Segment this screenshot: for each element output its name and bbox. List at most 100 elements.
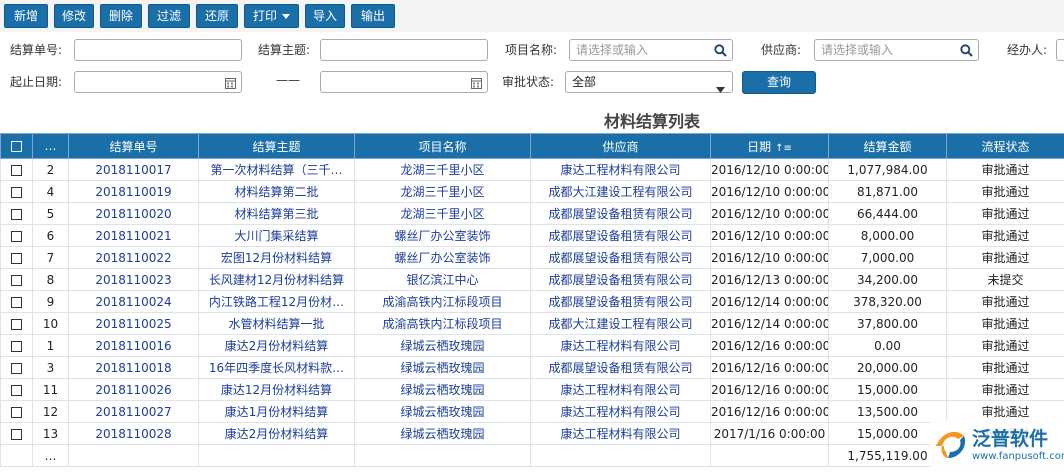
search-icon[interactable] bbox=[960, 43, 973, 63]
row-checkbox[interactable] bbox=[1, 247, 33, 269]
select-all-checkbox[interactable] bbox=[1, 134, 33, 159]
end-date-input[interactable] bbox=[320, 71, 488, 93]
project-link[interactable]: 银亿滨江中心 bbox=[355, 269, 531, 291]
settle-no-link[interactable]: 2018110027 bbox=[69, 401, 199, 423]
table-row[interactable]: 42018110019材料结算第二批龙湖三千里小区成都大江建设工程有限公司201… bbox=[1, 181, 1064, 203]
project-input[interactable]: 请选择或输入 bbox=[569, 39, 733, 61]
table-row[interactable]: 132018110028康达2月份材料结算绿城云栖玫瑰园康达工程材料有限公司20… bbox=[1, 423, 1064, 445]
settle-no-link[interactable]: 2018110019 bbox=[69, 181, 199, 203]
row-checkbox[interactable] bbox=[1, 159, 33, 181]
row-checkbox[interactable] bbox=[1, 379, 33, 401]
row-checkbox[interactable] bbox=[1, 225, 33, 247]
table-row[interactable]: 92018110024内江铁路工程12月份材…成渝高铁内江标段项目成都展望设备租… bbox=[1, 291, 1064, 313]
col-header-subject[interactable]: 结算主题 bbox=[199, 134, 355, 159]
subject-link[interactable]: 康达1月份材料结算 bbox=[199, 401, 355, 423]
caret-down-icon[interactable] bbox=[716, 79, 725, 99]
col-header-project[interactable]: 项目名称 bbox=[355, 134, 531, 159]
table-row[interactable]: 112018110026康达12月份材料结算绿城云栖玫瑰园康达工程材料有限公司2… bbox=[1, 379, 1064, 401]
supplier-link[interactable]: 成都大江建设工程有限公司 bbox=[531, 313, 711, 335]
settle-no-link[interactable]: 2018110020 bbox=[69, 203, 199, 225]
row-checkbox[interactable] bbox=[1, 401, 33, 423]
supplier-link[interactable]: 成都展望设备租赁有限公司 bbox=[531, 247, 711, 269]
delete-button[interactable]: 删除 bbox=[100, 4, 142, 28]
subject-link[interactable]: 康达2月份材料结算 bbox=[199, 423, 355, 445]
table-row[interactable]: 52018110020材料结算第三批龙湖三千里小区成都展望设备租赁有限公司201… bbox=[1, 203, 1064, 225]
filter-button[interactable]: 过滤 bbox=[148, 4, 190, 28]
restore-button[interactable]: 还原 bbox=[196, 4, 238, 28]
project-link[interactable]: 绿城云栖玫瑰园 bbox=[355, 423, 531, 445]
table-row[interactable]: 122018110027康达1月份材料结算绿城云栖玫瑰园康达工程材料有限公司20… bbox=[1, 401, 1064, 423]
supplier-link[interactable]: 成都展望设备租赁有限公司 bbox=[531, 291, 711, 313]
supplier-link[interactable]: 康达工程材料有限公司 bbox=[531, 401, 711, 423]
supplier-link[interactable]: 成都展望设备租赁有限公司 bbox=[531, 203, 711, 225]
subject-link[interactable]: 康达2月份材料结算 bbox=[199, 335, 355, 357]
supplier-link[interactable]: 成都展望设备租赁有限公司 bbox=[531, 225, 711, 247]
print-button[interactable]: 打印 bbox=[244, 4, 299, 28]
subject-link[interactable]: 材料结算第二批 bbox=[199, 181, 355, 203]
status-select[interactable]: 全部 bbox=[565, 71, 733, 93]
row-checkbox[interactable] bbox=[1, 269, 33, 291]
settle-no-input[interactable] bbox=[74, 39, 242, 61]
query-button[interactable]: 查询 bbox=[742, 71, 816, 94]
start-date-input[interactable] bbox=[74, 71, 242, 93]
project-link[interactable]: 螺丝厂办公室装饰 bbox=[355, 225, 531, 247]
sort-icon[interactable]: ↑≡ bbox=[775, 143, 792, 154]
col-header-status[interactable]: 流程状态 bbox=[947, 134, 1064, 159]
supplier-link[interactable]: 康达工程材料有限公司 bbox=[531, 159, 711, 181]
row-checkbox[interactable] bbox=[1, 313, 33, 335]
row-checkbox[interactable] bbox=[1, 357, 33, 379]
project-link[interactable]: 龙湖三千里小区 bbox=[355, 159, 531, 181]
project-link[interactable]: 成渝高铁内江标段项目 bbox=[355, 313, 531, 335]
supplier-link[interactable]: 康达工程材料有限公司 bbox=[531, 379, 711, 401]
supplier-input[interactable]: 请选择或输入 bbox=[814, 39, 979, 61]
search-icon[interactable] bbox=[714, 43, 727, 63]
handler-input[interactable] bbox=[1056, 39, 1064, 61]
table-row[interactable]: 3201811001816年四季度长风材料款…绿城云栖玫瑰园成都展望设备租赁有限… bbox=[1, 357, 1064, 379]
settle-no-link[interactable]: 2018110026 bbox=[69, 379, 199, 401]
table-row[interactable]: 82018110023长风建材12月份材料结算银亿滨江中心成都展望设备租赁有限公… bbox=[1, 269, 1064, 291]
subject-link[interactable]: 水管材料结算一批 bbox=[199, 313, 355, 335]
settle-no-link[interactable]: 2018110018 bbox=[69, 357, 199, 379]
calendar-icon[interactable] bbox=[471, 75, 482, 95]
row-checkbox[interactable] bbox=[1, 423, 33, 445]
col-header-amount[interactable]: 结算金额 bbox=[829, 134, 947, 159]
subject-link[interactable]: 大川门集采结算 bbox=[199, 225, 355, 247]
settle-no-link[interactable]: 2018110025 bbox=[69, 313, 199, 335]
settle-no-link[interactable]: 2018110023 bbox=[69, 269, 199, 291]
supplier-link[interactable]: 康达工程材料有限公司 bbox=[531, 423, 711, 445]
project-link[interactable]: 成渝高铁内江标段项目 bbox=[355, 291, 531, 313]
supplier-link[interactable]: 康达工程材料有限公司 bbox=[531, 335, 711, 357]
table-row[interactable]: 22018110017第一次材料结算（三千…龙湖三千里小区康达工程材料有限公司2… bbox=[1, 159, 1064, 181]
project-link[interactable]: 绿城云栖玫瑰园 bbox=[355, 335, 531, 357]
table-row[interactable]: 102018110025水管材料结算一批成渝高铁内江标段项目成都大江建设工程有限… bbox=[1, 313, 1064, 335]
settle-no-link[interactable]: 2018110028 bbox=[69, 423, 199, 445]
new-button[interactable]: 新增 bbox=[4, 4, 48, 28]
project-link[interactable]: 龙湖三千里小区 bbox=[355, 181, 531, 203]
supplier-link[interactable]: 成都展望设备租赁有限公司 bbox=[531, 357, 711, 379]
col-header-settle-no[interactable]: 结算单号 bbox=[69, 134, 199, 159]
supplier-link[interactable]: 成都大江建设工程有限公司 bbox=[531, 181, 711, 203]
supplier-link[interactable]: 成都展望设备租赁有限公司 bbox=[531, 269, 711, 291]
import-button[interactable]: 导入 bbox=[305, 4, 345, 28]
project-link[interactable]: 螺丝厂办公室装饰 bbox=[355, 247, 531, 269]
project-link[interactable]: 绿城云栖玫瑰园 bbox=[355, 401, 531, 423]
edit-button[interactable]: 修改 bbox=[54, 4, 94, 28]
project-link[interactable]: 绿城云栖玫瑰园 bbox=[355, 357, 531, 379]
table-row[interactable]: 72018110022宏图12月份材料结算螺丝厂办公室装饰成都展望设备租赁有限公… bbox=[1, 247, 1064, 269]
table-row[interactable]: 12018110016康达2月份材料结算绿城云栖玫瑰园康达工程材料有限公司201… bbox=[1, 335, 1064, 357]
settle-no-link[interactable]: 2018110024 bbox=[69, 291, 199, 313]
project-link[interactable]: 绿城云栖玫瑰园 bbox=[355, 379, 531, 401]
row-checkbox[interactable] bbox=[1, 291, 33, 313]
subject-link[interactable]: 第一次材料结算（三千… bbox=[199, 159, 355, 181]
col-header-date[interactable]: 日期↑≡ bbox=[711, 134, 829, 159]
col-header-supplier[interactable]: 供应商 bbox=[531, 134, 711, 159]
subject-link[interactable]: 内江铁路工程12月份材… bbox=[199, 291, 355, 313]
settle-no-link[interactable]: 2018110021 bbox=[69, 225, 199, 247]
settle-subject-input[interactable] bbox=[320, 39, 488, 61]
project-link[interactable]: 龙湖三千里小区 bbox=[355, 203, 531, 225]
subject-link[interactable]: 康达12月份材料结算 bbox=[199, 379, 355, 401]
settle-no-link[interactable]: 2018110016 bbox=[69, 335, 199, 357]
row-checkbox[interactable] bbox=[1, 335, 33, 357]
calendar-icon[interactable] bbox=[225, 75, 236, 95]
export-button[interactable]: 输出 bbox=[351, 4, 395, 28]
